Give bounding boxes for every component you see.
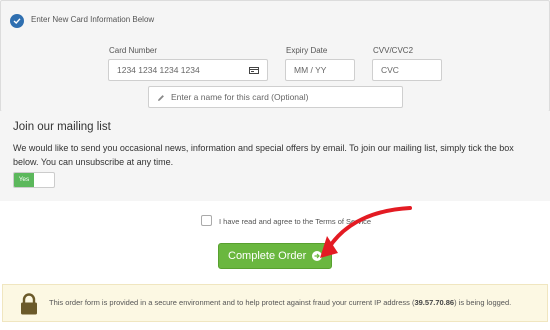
card-number-input[interactable]: 1234 1234 1234 1234 — [108, 59, 268, 81]
security-suffix: ) is being logged. — [454, 298, 512, 307]
mailing-toggle[interactable]: Yes — [13, 172, 55, 188]
mailing-list-section: Join our mailing list We would like to s… — [0, 111, 550, 201]
pencil-icon — [158, 95, 164, 101]
terms-checkbox[interactable] — [201, 215, 212, 226]
expiry-label: Expiry Date — [286, 46, 328, 55]
ip-address: 39.57.70.86 — [414, 298, 455, 307]
card-number-label: Card Number — [109, 46, 158, 55]
cvv-input[interactable]: CVC — [372, 59, 442, 81]
lock-icon — [21, 293, 37, 315]
terms-prefix: I have read and agree to the — [219, 217, 316, 226]
complete-order-button[interactable]: Complete Order — [218, 243, 332, 269]
terms-link[interactable]: Terms of Service — [315, 217, 371, 226]
expiry-placeholder: MM / YY — [294, 65, 327, 75]
new-card-panel: Enter New Card Information Below Card Nu… — [0, 0, 550, 112]
security-notice: This order form is provided in a secure … — [2, 284, 548, 322]
new-card-label: Enter New Card Information Below — [31, 15, 155, 24]
card-name-input[interactable]: Enter a name for this card (Optional) — [148, 86, 403, 108]
mailing-title: Join our mailing list — [13, 121, 111, 133]
card-icon — [249, 67, 259, 74]
terms-text: I have read and agree to the Terms of Se… — [219, 217, 371, 226]
card-number-placeholder: 1234 1234 1234 1234 — [117, 65, 200, 75]
security-prefix: This order form is provided in a secure … — [49, 298, 415, 307]
cvv-label: CVV/CVC2 — [373, 46, 414, 55]
toggle-yes-label: Yes — [14, 173, 34, 187]
mailing-description: We would like to send you occasional new… — [13, 143, 514, 167]
security-text: This order form is provided in a secure … — [49, 298, 511, 307]
card-name-placeholder: Enter a name for this card (Optional) — [171, 92, 309, 102]
arrow-right-icon — [312, 251, 322, 261]
complete-order-label: Complete Order — [228, 250, 307, 262]
cvv-placeholder: CVC — [381, 65, 399, 75]
expiry-input[interactable]: MM / YY — [285, 59, 355, 81]
check-icon[interactable] — [10, 14, 24, 28]
